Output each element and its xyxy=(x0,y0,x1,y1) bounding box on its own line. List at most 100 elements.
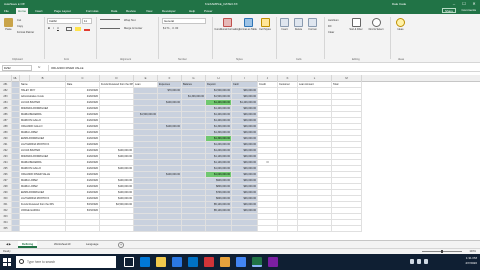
font-name-select[interactable]: Calibri xyxy=(47,18,81,24)
copy-button[interactable]: Copy xyxy=(17,25,23,28)
name-box[interactable]: D292 xyxy=(2,65,32,71)
conditional-formatting-button[interactable]: Conditional Formatting xyxy=(214,18,240,31)
task-view-icon[interactable] xyxy=(124,257,134,267)
autosave-toggle[interactable]: AutoSave ● Off xyxy=(4,2,24,6)
format-as-table-button[interactable]: Format as Table xyxy=(239,18,257,31)
app-icon[interactable] xyxy=(268,257,278,267)
fill-button[interactable]: Fill xyxy=(328,25,331,28)
divider xyxy=(212,17,213,59)
system-clock[interactable]: 1:31 PM 4/7/2020 xyxy=(465,256,477,266)
volume-icon[interactable] xyxy=(417,259,421,264)
group-number: Number xyxy=(178,58,187,61)
app-icon[interactable] xyxy=(220,257,230,267)
maximize-icon[interactable]: ☐ xyxy=(460,1,468,6)
column-header[interactable]: L xyxy=(298,75,332,82)
table-row: 305 xyxy=(0,226,480,232)
zoom-slider[interactable] xyxy=(422,250,462,253)
fill-color-icon[interactable] xyxy=(75,27,81,31)
balance-cell[interactable] xyxy=(182,226,206,232)
ribbon-tabs: File Home Insert Page Layout Formulas Da… xyxy=(0,7,480,14)
cell[interactable] xyxy=(332,226,362,232)
close-icon[interactable]: ✕ xyxy=(470,1,478,6)
app-icon[interactable] xyxy=(204,257,214,267)
cut-button[interactable]: Cut xyxy=(17,19,21,22)
number-format-buttons[interactable]: $ ▾ % , .0 .00 xyxy=(163,27,178,30)
delete-cells-button[interactable]: Delete xyxy=(294,18,303,31)
edge-icon[interactable] xyxy=(140,257,150,267)
column-header[interactable]: C xyxy=(66,75,100,82)
name-cell[interactable] xyxy=(20,226,66,232)
network-icon[interactable] xyxy=(410,259,414,264)
file-explorer-icon[interactable] xyxy=(156,257,166,267)
autosum-button[interactable]: AutoSum xyxy=(328,19,339,22)
wrap-text-button[interactable]: Wrap Text xyxy=(124,19,136,22)
format-icon xyxy=(308,18,317,27)
cell[interactable] xyxy=(278,226,298,232)
user-name[interactable]: Dale Cade xyxy=(392,2,406,6)
cash-cell[interactable] xyxy=(232,226,258,232)
ideas-button[interactable]: Ideas xyxy=(396,18,405,31)
column-header[interactable]: M xyxy=(332,75,362,82)
excel-icon[interactable] xyxy=(252,257,262,267)
share-button[interactable]: Share xyxy=(441,8,456,13)
column-header[interactable]: H xyxy=(206,75,232,82)
zoom-level[interactable]: 100% xyxy=(469,250,476,253)
format-cells-button[interactable]: Format xyxy=(308,18,317,31)
divider xyxy=(158,17,159,59)
column-header[interactable]: G xyxy=(182,75,206,82)
clear-button[interactable]: Clear xyxy=(328,31,334,34)
sort-filter-icon xyxy=(351,18,361,27)
formula-input[interactable]: ORLANDO RIVER VALLE xyxy=(48,65,476,71)
bold-button[interactable]: B xyxy=(48,27,50,30)
column-header[interactable]: F xyxy=(158,75,182,82)
column-header[interactable]: J xyxy=(258,75,278,82)
windows-start-icon[interactable] xyxy=(3,258,11,266)
find-select-button[interactable]: Find & Select xyxy=(368,18,384,31)
store-icon[interactable] xyxy=(172,257,182,267)
format-painter-button[interactable]: Format Painter xyxy=(17,31,34,34)
minimize-icon[interactable]: – xyxy=(450,1,458,6)
sheet-tab[interactable]: Worksheet10 xyxy=(50,241,74,248)
column-header[interactable]: N xyxy=(0,75,30,82)
font-size-select[interactable]: 11 xyxy=(82,18,92,24)
cell[interactable] xyxy=(298,226,332,232)
date-cell[interactable] xyxy=(66,226,100,232)
italic-button[interactable]: I xyxy=(53,27,54,30)
loan-cell[interactable] xyxy=(134,226,158,232)
search-placeholder: Type here to search xyxy=(27,260,56,264)
font-color-icon[interactable] xyxy=(84,27,90,31)
irs-funds-cell[interactable] xyxy=(100,226,134,232)
cell[interactable] xyxy=(258,226,278,232)
comments-button[interactable]: Comments xyxy=(461,8,476,13)
zoom-slider-knob[interactable] xyxy=(441,250,443,253)
excel-window: AutoSave ● Off 6 EXAMPLE_DATE3.XX Dale C… xyxy=(0,0,480,270)
column-header[interactable]: K xyxy=(278,75,298,82)
column-header[interactable]: E xyxy=(134,75,158,82)
divider xyxy=(276,17,277,59)
sort-filter-button[interactable]: Sort & Filter xyxy=(348,18,364,31)
mail-icon[interactable] xyxy=(188,257,198,267)
expenses-cell[interactable] xyxy=(158,226,182,232)
cell-styles-button[interactable]: Cell Styles xyxy=(258,18,272,31)
chrome-icon[interactable] xyxy=(236,257,246,267)
borders-icon[interactable] xyxy=(66,27,72,31)
underline-button[interactable]: U xyxy=(57,27,59,30)
column-header[interactable]: I xyxy=(232,75,258,82)
sheet-scroll-arrows[interactable]: ◀ ▶ xyxy=(2,241,15,248)
insert-cells-button[interactable]: Insert xyxy=(280,18,289,31)
group-font: Font xyxy=(64,58,70,61)
row-number[interactable]: 305 xyxy=(0,226,12,232)
taskbar-search[interactable]: Type here to search xyxy=(16,256,116,268)
cell[interactable] xyxy=(12,226,20,232)
sheet-tab[interactable]: Language xyxy=(82,241,102,248)
group-ideas: Ideas xyxy=(398,58,405,61)
fx-icon[interactable]: fx xyxy=(38,65,40,69)
paste-button[interactable]: Paste xyxy=(4,18,13,31)
battery-icon[interactable] xyxy=(424,259,428,264)
number-format-select[interactable]: General xyxy=(162,18,206,24)
column-header[interactable]: D xyxy=(100,75,134,82)
align-icons[interactable] xyxy=(100,19,120,29)
sheet-tab[interactable]: Defining xyxy=(18,241,38,248)
merge-center-button[interactable]: Merge & Center xyxy=(124,27,142,30)
deposit-cell[interactable] xyxy=(206,226,232,232)
